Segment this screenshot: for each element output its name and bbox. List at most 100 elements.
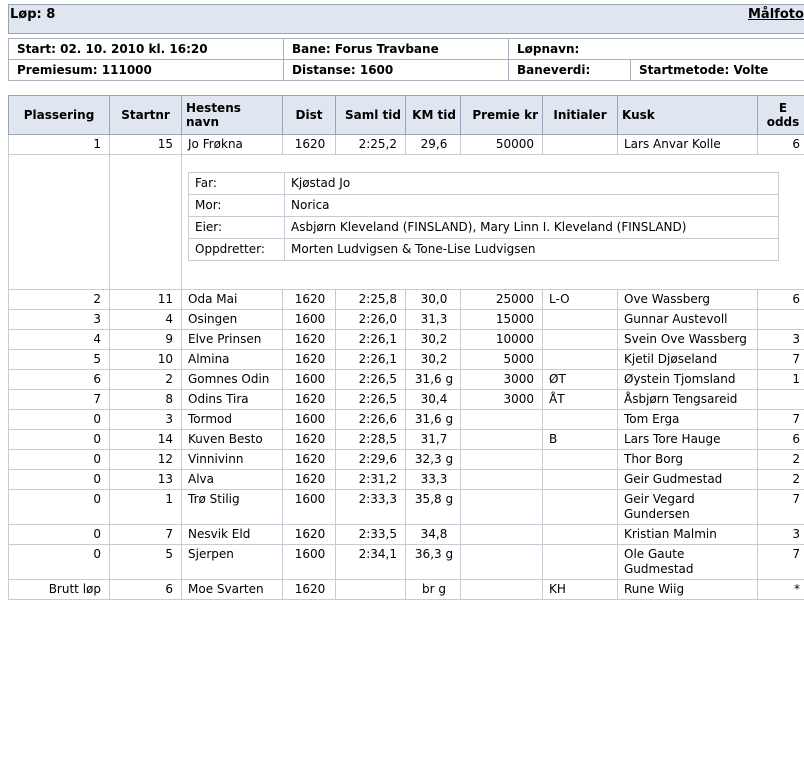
- place-cell: 5: [8, 349, 110, 370]
- prize-cell: [460, 489, 543, 525]
- initials-cell: ØT: [542, 369, 618, 390]
- place-cell: 0: [8, 544, 110, 580]
- col-header-km-time[interactable]: KM tid: [405, 95, 461, 135]
- col-header-total-time[interactable]: Saml tid: [335, 95, 406, 135]
- dist-cell: 1620: [282, 449, 336, 470]
- place-cell: 0: [8, 409, 110, 430]
- result-row: 0 5 Sjerpen 1600 2:34,1 36,3 g Ole Gaute Gudme…: [8, 544, 804, 580]
- initials-cell: [542, 134, 618, 155]
- odds-cell: 7: [757, 544, 804, 580]
- driver-cell: Ove Wassberg: [617, 289, 758, 310]
- initials-cell: [542, 329, 618, 350]
- initials-cell: B: [542, 429, 618, 450]
- col-header-driver[interactable]: Kusk: [617, 95, 758, 135]
- horse-name-cell: Odins Tira: [181, 389, 283, 410]
- place-cell: 3: [8, 309, 110, 330]
- startnr-cell: 7: [109, 524, 182, 545]
- horse-name-cell: Oda Mai: [181, 289, 283, 310]
- horse-name-cell: Sjerpen: [181, 544, 283, 580]
- dist-cell: 1620: [282, 429, 336, 450]
- dist-cell: 1600: [282, 409, 336, 430]
- result-row: 0 1 Trø Stilig 1600 2:33,3 35,8 g Geir Vegard …: [8, 489, 804, 525]
- col-header-startnr[interactable]: Startnr: [109, 95, 182, 135]
- driver-cell: Tom Erga: [617, 409, 758, 430]
- km-time-cell: 36,3 g: [405, 544, 461, 580]
- dist-cell: 1620: [282, 524, 336, 545]
- col-header-dist[interactable]: Dist: [282, 95, 336, 135]
- track-info: Bane: Forus Travbane: [283, 38, 509, 60]
- place-cell: 6: [8, 369, 110, 390]
- prize-cell: 50000: [460, 134, 543, 155]
- result-row: 7 8 Odins Tira 1620 2:26,5 30,4 3000 ÅT Åsbjørn …: [8, 389, 804, 410]
- prize-cell: [460, 409, 543, 430]
- total-time-cell: 2:28,5: [335, 429, 406, 450]
- dist-cell: 1620: [282, 389, 336, 410]
- driver-cell: Kjetil Djøseland: [617, 349, 758, 370]
- prize-cell: 3000: [460, 369, 543, 390]
- total-time-cell: 2:26,1: [335, 349, 406, 370]
- place-cell: 4: [8, 329, 110, 350]
- prize-cell: [460, 524, 543, 545]
- initials-cell: [542, 309, 618, 330]
- horse-name-cell: Gomnes Odin: [181, 369, 283, 390]
- race-name-info: Løpnavn:: [507, 38, 804, 60]
- total-time-cell: 2:26,5: [335, 389, 406, 410]
- driver-cell: Rune Wiig: [617, 579, 758, 600]
- startnr-cell: 6: [109, 579, 182, 600]
- owner-label: Eier:: [188, 216, 285, 239]
- startnr-cell: 2: [109, 369, 182, 390]
- initials-cell: [542, 449, 618, 470]
- place-cell: 0: [8, 469, 110, 490]
- horse-name-cell: Vinnivinn: [181, 449, 283, 470]
- odds-cell: 3: [757, 329, 804, 350]
- driver-cell: Geir Gudmestad: [617, 469, 758, 490]
- col-header-place[interactable]: Plassering: [8, 95, 110, 135]
- col-header-odds[interactable]: E odds: [757, 95, 804, 135]
- horse-name-cell: Kuven Besto: [181, 429, 283, 450]
- place-cell: 0: [8, 489, 110, 525]
- horse-name-cell: Osingen: [181, 309, 283, 330]
- start-info: Start: 02. 10. 2010 kl. 16:20: [8, 38, 284, 60]
- initials-cell: [542, 349, 618, 370]
- result-row: 4 9 Elve Prinsen 1620 2:26,1 30,2 10000 Svein O…: [8, 329, 804, 350]
- col-header-horse[interactable]: Hestens navn: [181, 95, 283, 135]
- initials-cell: [542, 489, 618, 525]
- horse-name-cell: Alva: [181, 469, 283, 490]
- initials-cell: [542, 409, 618, 430]
- distance-info: Distanse: 1600: [283, 59, 509, 81]
- breeder-label: Oppdretter:: [188, 238, 285, 261]
- km-time-cell: 32,3 g: [405, 449, 461, 470]
- km-time-cell: 29,6: [405, 134, 461, 155]
- result-row: 5 10 Almina 1620 2:26,1 30,2 5000 Kjetil Djøsel…: [8, 349, 804, 370]
- place-cell: 0: [8, 449, 110, 470]
- track-value-info: Baneverdi:: [508, 59, 631, 81]
- result-row: Brutt løp 6 Moe Svarten 1620 br g KH Rune Wiig…: [8, 579, 804, 600]
- col-header-initials[interactable]: Initialer: [542, 95, 618, 135]
- dist-cell: 1620: [282, 349, 336, 370]
- horse-name-cell: Nesvik Eld: [181, 524, 283, 545]
- col-header-prize[interactable]: Premie kr: [460, 95, 543, 135]
- dist-cell: 1600: [282, 369, 336, 390]
- km-time-cell: 30,2: [405, 329, 461, 350]
- prize-cell: 3000: [460, 389, 543, 410]
- horse-name-cell: Tormod: [181, 409, 283, 430]
- breeder-value: Morten Ludvigsen & Tone-Lise Ludvigsen: [284, 238, 779, 261]
- odds-cell: 6: [757, 289, 804, 310]
- sire-value: Kjøstad Jo: [284, 172, 779, 195]
- startnr-cell: 13: [109, 469, 182, 490]
- km-time-cell: 30,0: [405, 289, 461, 310]
- result-row: 0 12 Vinnivinn 1620 2:29,6 32,3 g Thor Borg 2: [8, 449, 804, 470]
- odds-cell: 6: [757, 134, 804, 155]
- startnr-cell: 10: [109, 349, 182, 370]
- race-info-table: Start: 02. 10. 2010 kl. 16:20 Bane: Foru…: [8, 38, 804, 81]
- dam-value: Norica: [284, 194, 779, 217]
- total-time-cell: 2:26,6: [335, 409, 406, 430]
- dist-cell: 1620: [282, 329, 336, 350]
- result-row: 1 15 Jo Frøkna 1620 2:25,2 29,6 50000 Lars Anva…: [8, 134, 804, 155]
- photo-finish-link[interactable]: Målfoto: [748, 7, 804, 22]
- km-time-cell: br g: [405, 579, 461, 600]
- odds-cell: 2: [757, 469, 804, 490]
- km-time-cell: 33,3: [405, 469, 461, 490]
- total-time-cell: 2:34,1: [335, 544, 406, 580]
- pedigree-spacer: [8, 154, 110, 290]
